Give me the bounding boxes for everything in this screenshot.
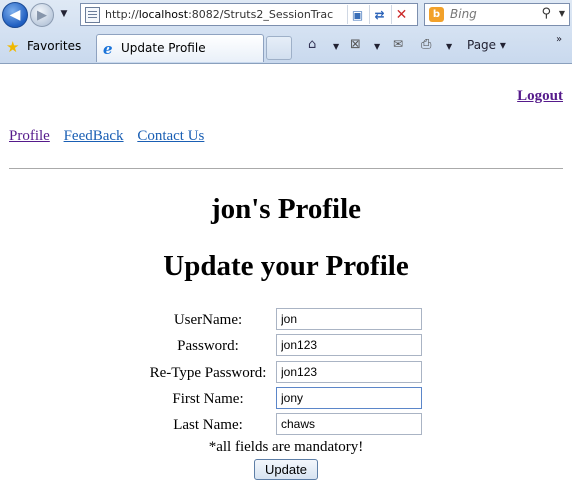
form-row-last-name: Last Name:: [0, 413, 572, 436]
page-icon: [85, 7, 100, 23]
retype-password-label: Re-Type Password:: [149, 365, 267, 381]
last-name-input[interactable]: [276, 413, 422, 435]
search-input[interactable]: Bing: [450, 7, 477, 21]
chevron-more-icon[interactable]: »: [556, 34, 562, 45]
update-profile-heading: Update your Profile: [163, 250, 409, 282]
divider: [9, 168, 563, 169]
nav-link-contact-us[interactable]: Contact Us: [137, 128, 204, 144]
ie-logo-icon: e: [103, 40, 113, 58]
feeds-dropdown-icon[interactable]: ▼: [374, 42, 380, 51]
home-dropdown-icon[interactable]: ▼: [333, 42, 339, 51]
history-dropdown-icon[interactable]: ▼: [57, 7, 71, 21]
nav-link-feedback[interactable]: FeedBack: [64, 128, 124, 144]
nav-links: Profile FeedBack Contact Us: [9, 128, 214, 145]
profile-heading: jon's Profile: [210, 193, 362, 225]
stop-icon[interactable]: ✕: [391, 5, 411, 24]
password-input[interactable]: [276, 334, 422, 356]
mail-icon[interactable]: ✉: [393, 37, 403, 51]
url-text[interactable]: http://localhost:8082/Struts2_SessionTra…: [105, 8, 351, 21]
username-label: UserName:: [173, 312, 243, 328]
browser-chrome: ◀ ▶ ▼ http://localhost:8082/Struts2_Sess…: [0, 0, 572, 64]
form-row-first-name: First Name:: [0, 387, 572, 410]
page-menu[interactable]: Page ▾: [467, 38, 506, 52]
print-icon[interactable]: ⎙: [421, 37, 431, 52]
favorites-star-icon[interactable]: ★: [6, 38, 19, 56]
mandatory-note: *all fields are mandatory!: [208, 439, 364, 455]
forward-arrow-icon[interactable]: ▶: [30, 3, 54, 27]
favorites-button[interactable]: Favorites: [27, 39, 81, 53]
password-label: Password:: [177, 338, 239, 354]
address-bar[interactable]: http://localhost:8082/Struts2_SessionTra…: [80, 3, 418, 26]
tab-title: Update Profile: [121, 41, 206, 55]
form-row-username: UserName:: [0, 308, 572, 331]
page-content: Logout Profile FeedBack Contact Us jon's…: [0, 64, 572, 488]
compatibility-view-icon[interactable]: ▣: [347, 5, 367, 24]
update-button[interactable]: Update: [254, 459, 318, 480]
search-icon[interactable]: ⚲: [541, 6, 551, 21]
back-arrow-icon[interactable]: ◀: [2, 2, 28, 28]
tab-update-profile[interactable]: e Update Profile: [96, 34, 264, 62]
search-dropdown-icon[interactable]: ▼: [559, 9, 565, 18]
nav-link-profile[interactable]: Profile: [9, 128, 50, 144]
last-name-label: Last Name:: [173, 417, 243, 433]
form-row-retype-password: Re-Type Password:: [0, 361, 572, 384]
form-row-password: Password:: [0, 334, 572, 357]
search-box[interactable]: b Bing ⚲ ▼: [424, 3, 570, 26]
print-dropdown-icon[interactable]: ▼: [446, 42, 452, 51]
retype-password-input[interactable]: [276, 361, 422, 383]
home-icon[interactable]: ⌂: [308, 37, 316, 52]
rss-feed-icon[interactable]: ⊠: [350, 37, 361, 52]
first-name-input[interactable]: [276, 387, 422, 409]
refresh-icon[interactable]: ⇄: [369, 5, 389, 24]
bing-logo-icon: b: [429, 7, 444, 22]
new-tab-button[interactable]: [266, 36, 292, 60]
logout-link[interactable]: Logout: [517, 88, 563, 105]
username-input[interactable]: [276, 308, 422, 330]
first-name-label: First Name:: [172, 391, 244, 407]
